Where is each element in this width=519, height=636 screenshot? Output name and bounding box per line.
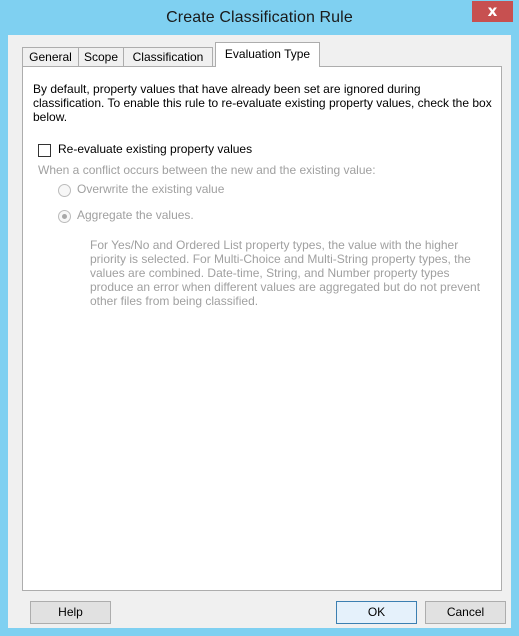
help-button[interactable]: Help [30,601,111,624]
ok-button[interactable]: OK [336,601,417,624]
tab-general[interactable]: General [22,47,79,67]
tab-evaluation-type[interactable]: Evaluation Type [215,42,320,67]
dialog-title: Create Classification Rule [166,9,353,26]
tab-scope[interactable]: Scope [78,47,124,67]
aggregate-radio-label[interactable]: Aggregate the values. [77,208,194,222]
overwrite-radio[interactable] [58,184,71,197]
reevaluate-checkbox[interactable] [38,144,51,157]
title-bar[interactable]: Create Classification Rule x [0,0,519,35]
close-button[interactable]: x [472,1,513,22]
close-icon: x [487,2,498,20]
tab-classification[interactable]: Classification [123,47,213,67]
dialog-window: Create Classification Rule x General Sco… [0,0,519,636]
conflict-label: When a conflict occurs between the new a… [38,163,376,177]
reevaluate-checkbox-label[interactable]: Re-evaluate existing property values [58,142,252,156]
overwrite-radio-label[interactable]: Overwrite the existing value [77,182,224,196]
cancel-button[interactable]: Cancel [425,601,506,624]
intro-text: By default, property values that have al… [33,82,492,124]
aggregate-radio[interactable] [58,210,71,223]
aggregate-help-text: For Yes/No and Ordered List property typ… [90,238,481,308]
